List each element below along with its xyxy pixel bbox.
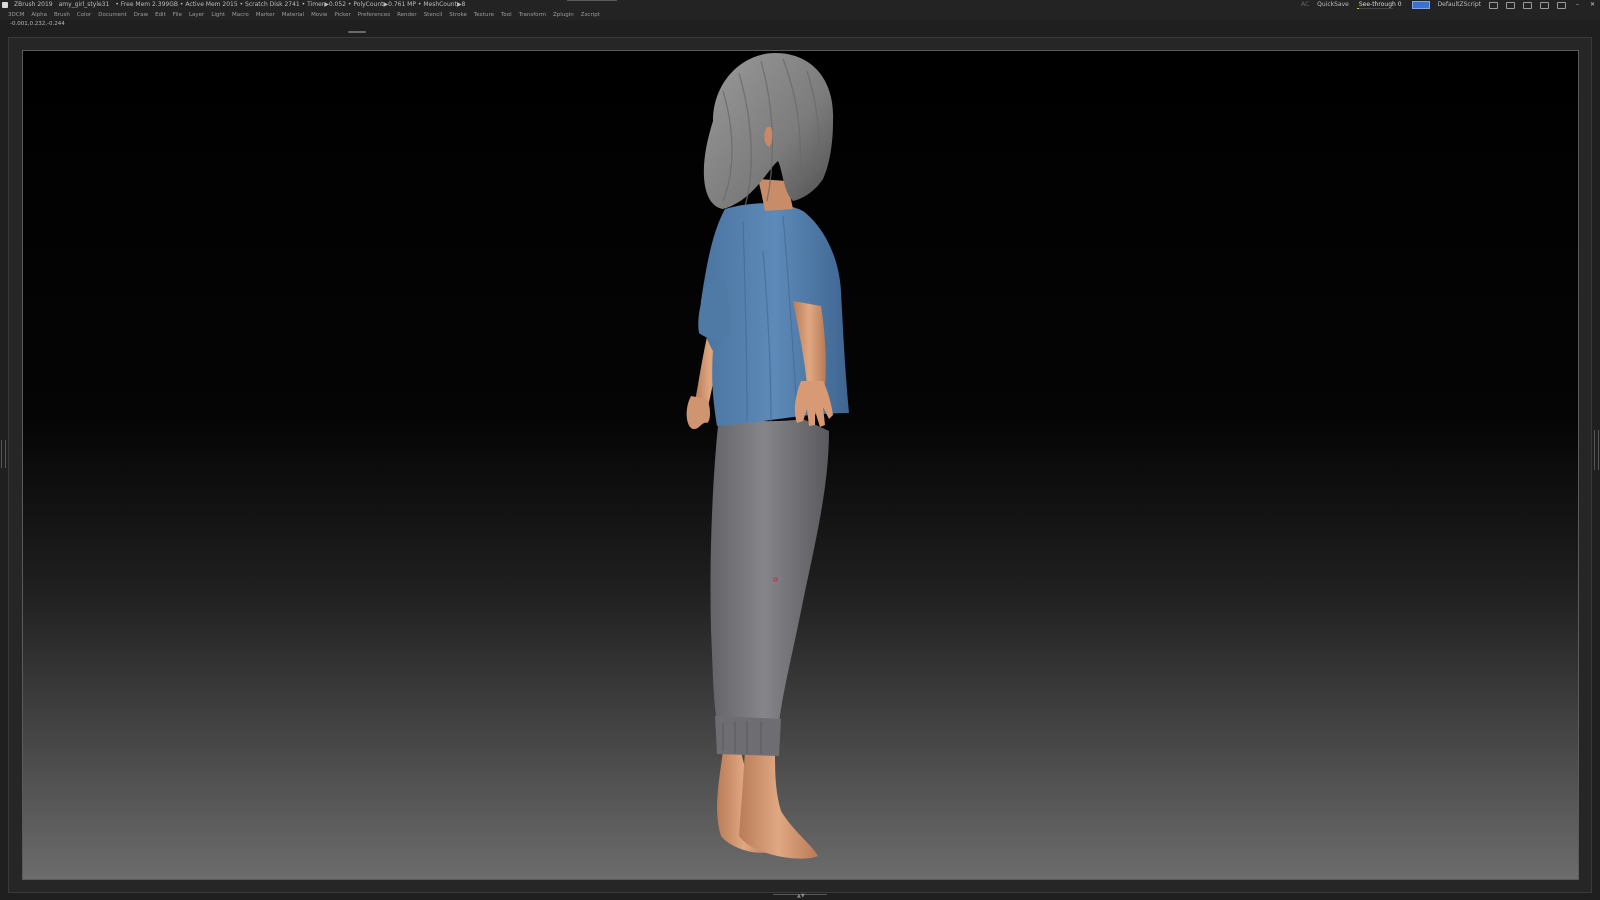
settings-icon[interactable] — [1540, 1, 1549, 9]
layout-icon[interactable] — [1489, 1, 1498, 9]
menu-item-alpha[interactable]: Alpha — [31, 10, 47, 20]
see-through-label: See-through — [1358, 1, 1396, 8]
memory-stats: • Free Mem 2.399GB • Active Mem 2015 • S… — [115, 1, 466, 8]
menu-item-stencil[interactable]: Stencil — [424, 10, 443, 20]
right-tray-handle[interactable] — [1594, 430, 1599, 470]
zbrush-logo-icon[interactable] — [2, 2, 8, 8]
menu-item-transform[interactable]: Transform — [519, 10, 546, 20]
menu-item-draw[interactable]: Draw — [134, 10, 148, 20]
close-icon[interactable]: ✕ — [1589, 0, 1596, 10]
menu-item-file[interactable]: File — [173, 10, 182, 20]
menu-item-zplugin[interactable]: Zplugin — [553, 10, 574, 20]
menu-item-texture[interactable]: Texture — [474, 10, 494, 20]
top-scroll-tab[interactable] — [567, 0, 617, 1]
app-title: ZBrush 2019 — [14, 1, 53, 8]
document-name: amy_girl_style31 — [58, 1, 110, 8]
quicksave-button[interactable]: QuickSave — [1317, 0, 1349, 10]
menu-item-layer[interactable]: Layer — [189, 10, 204, 20]
pants — [710, 416, 829, 723]
bottom-tray-handle[interactable]: ▲▼ — [773, 893, 827, 899]
minimize-icon[interactable]: – — [1574, 0, 1581, 10]
menu-item-stroke[interactable]: Stroke — [449, 10, 467, 20]
back-hand — [686, 396, 710, 430]
lock-icon[interactable] — [1557, 1, 1566, 9]
ac-label[interactable]: AC — [1301, 0, 1309, 10]
menu-item-macro[interactable]: Macro — [232, 10, 249, 20]
top-shelf-handle[interactable] — [348, 31, 366, 33]
menu-item-document[interactable]: Document — [98, 10, 127, 20]
menu-bar: 3DCM Alpha Brush Color Document Draw Edi… — [0, 10, 1600, 20]
palette-icon[interactable] — [1506, 1, 1515, 9]
cursor-coordinates: -0.001,0.232,-0.244 — [10, 21, 65, 27]
menu-item-material[interactable]: Material — [282, 10, 304, 20]
title-bar: ZBrush 2019 amy_girl_style31 • Free Mem … — [0, 0, 1600, 10]
menu-item-brush[interactable]: Brush — [54, 10, 70, 20]
menu-item-tool[interactable]: Tool — [501, 10, 512, 20]
menu-item-marker[interactable]: Marker — [256, 10, 275, 20]
menu-item-zscript[interactable]: Zscript — [581, 10, 600, 20]
character-model — [686, 53, 849, 859]
menu-item-color[interactable]: Color — [77, 10, 91, 20]
menu-item-render[interactable]: Render — [397, 10, 417, 20]
menu-item-light[interactable]: Light — [211, 10, 225, 20]
left-tray-handle[interactable] — [1, 440, 6, 468]
right-foot — [739, 751, 818, 859]
menu-item-picker[interactable]: Picker — [334, 10, 350, 20]
see-through-value: 0 — [1397, 1, 1402, 8]
see-through-slider[interactable]: See-through 0 — [1356, 0, 1404, 10]
viewport-canvas[interactable] — [22, 50, 1579, 880]
menu-item-preferences[interactable]: Preferences — [358, 10, 390, 20]
menu-item-3dcm[interactable]: 3DCM — [8, 10, 24, 20]
pants-cuff — [715, 716, 781, 756]
script-name[interactable]: DefaultZScript — [1438, 0, 1481, 10]
help-icon[interactable] — [1523, 1, 1532, 9]
menu-item-edit[interactable]: Edit — [155, 10, 166, 20]
tray-arrow-icon: ▲▼ — [797, 893, 805, 899]
menu-toggle-icon[interactable] — [1411, 1, 1430, 9]
menu-item-movie[interactable]: Movie — [311, 10, 327, 20]
